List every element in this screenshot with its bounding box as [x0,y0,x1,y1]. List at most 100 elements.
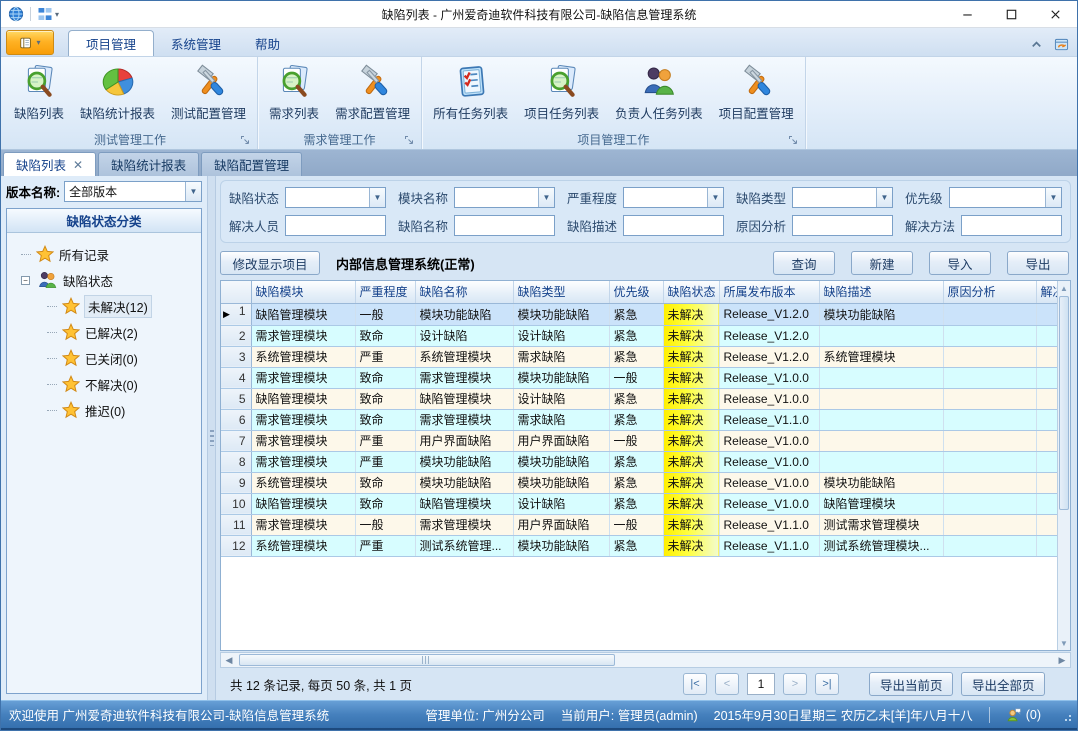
resize-grip[interactable] [1061,711,1071,721]
table-row[interactable]: 2需求管理模块致命设计缺陷设计缺陷紧急未解决Release_V1.2.0 [221,325,1057,346]
ribbon-button-defect-list[interactable]: 缺陷列表 [7,61,71,124]
close-button[interactable] [1033,1,1077,27]
prev-page-button[interactable]: < [715,673,739,695]
scroll-up-icon[interactable]: ▲ [1058,281,1070,295]
dialog-launcher-icon[interactable] [240,135,251,146]
import-button[interactable]: 导入 [929,251,991,275]
tree-item-wont-fix[interactable]: 不解决(0) [7,371,201,397]
filter-combo-priority[interactable]: ▼ [949,187,1062,208]
maximize-button[interactable] [989,1,1033,27]
row-selector[interactable]: 9 [221,472,251,493]
close-tab-icon[interactable]: ✕ [73,158,83,172]
row-selector[interactable]: 2 [221,325,251,346]
filter-input-defect-description[interactable] [623,215,724,236]
row-selector[interactable]: 6 [221,409,251,430]
table-row[interactable]: ▶1缺陷管理模块一般模块功能缺陷模块功能缺陷紧急未解决Release_V1.2.… [221,303,1057,325]
ribbon-button-defect-stats-report[interactable]: 缺陷统计报表 [73,61,162,124]
layout-icon[interactable]: ▾ [37,6,59,22]
tree-item-unresolved[interactable]: 未解决(12) [7,293,201,319]
chevron-down-icon[interactable]: ▼ [1045,188,1061,207]
vertical-scroll-thumb[interactable] [1059,296,1069,510]
ribbon-button-requirement-config-management[interactable]: 需求配置管理 [328,61,417,124]
ribbon-tab-system-management[interactable]: 系统管理 [154,30,238,56]
ribbon-button-owner-task-list[interactable]: 负责人任务列表 [608,61,710,124]
row-selector[interactable]: 11 [221,514,251,535]
globe-icon[interactable] [8,6,24,22]
column-header[interactable]: 原因分析 [943,281,1036,303]
sidebar-splitter[interactable] [208,176,216,700]
scroll-down-icon[interactable]: ▼ [1058,636,1070,650]
ribbon-button-test-config-management[interactable]: 测试配置管理 [164,61,253,124]
first-page-button[interactable]: |< [683,673,707,695]
export-current-page-button[interactable]: 导出当前页 [869,672,953,696]
dialog-launcher-icon[interactable] [788,135,799,146]
table-row[interactable]: 10缺陷管理模块致命缺陷管理模块设计缺陷紧急未解决Release_V1.0.0缺… [221,493,1057,514]
column-header[interactable]: 所属发布版本 [719,281,819,303]
chevron-down-icon[interactable]: ▼ [185,182,201,201]
filter-input-solution[interactable] [961,215,1062,236]
dialog-launcher-icon[interactable] [404,135,415,146]
collapse-ribbon-icon[interactable] [1029,37,1044,52]
filter-combo-severity[interactable]: ▼ [623,187,724,208]
minimize-button[interactable] [945,1,989,27]
filter-combo-defect-type[interactable]: ▼ [792,187,893,208]
scroll-right-icon[interactable]: ▶ [1054,653,1070,667]
ribbon-button-project-task-list[interactable]: 项目任务列表 [517,61,606,124]
column-header[interactable]: 解决方法 [1036,281,1057,303]
row-selector[interactable]: 3 [221,346,251,367]
filter-input-resolver[interactable] [285,215,386,236]
column-header[interactable]: 严重程度 [355,281,415,303]
filter-combo-defect-status[interactable]: ▼ [285,187,386,208]
scroll-left-icon[interactable]: ◀ [221,653,237,667]
tree-item-postponed[interactable]: 推迟(0) [7,397,201,423]
column-header[interactable]: 缺陷名称 [415,281,513,303]
query-button[interactable]: 查询 [773,251,835,275]
row-selector[interactable]: 5 [221,388,251,409]
column-header[interactable]: 缺陷模块 [251,281,355,303]
table-row[interactable]: 5缺陷管理模块致命缺陷管理模块设计缺陷紧急未解决Release_V1.0.0 [221,388,1057,409]
horizontal-scroll-thumb[interactable] [239,654,615,666]
table-row[interactable]: 3系统管理模块严重系统管理模块需求缺陷紧急未解决Release_V1.2.0系统… [221,346,1057,367]
ribbon-tab-project-management[interactable]: 项目管理 [68,30,154,56]
row-selector[interactable]: 4 [221,367,251,388]
ribbon-tab-help[interactable]: 帮助 [238,30,297,56]
doc-tab-defect-config-management[interactable]: 缺陷配置管理 [201,152,302,176]
export-button[interactable]: 导出 [1007,251,1069,275]
column-header[interactable]: 优先级 [609,281,663,303]
next-page-button[interactable]: > [783,673,807,695]
chevron-down-icon[interactable]: ▼ [876,188,892,207]
row-selector[interactable]: ▶1 [221,303,251,325]
chevron-down-icon[interactable]: ▼ [707,188,723,207]
version-combo[interactable]: 全部版本 ▼ [64,181,202,202]
column-header[interactable]: 缺陷描述 [819,281,943,303]
new-button[interactable]: 新建 [851,251,913,275]
filter-combo-module-name[interactable]: ▼ [454,187,555,208]
row-selector[interactable]: 10 [221,493,251,514]
chevron-down-icon[interactable]: ▼ [538,188,554,207]
ribbon-button-project-config-management[interactable]: 项目配置管理 [712,61,801,124]
grid-horizontal-scrollbar[interactable]: ◀ ▶ [220,652,1071,668]
modify-display-button[interactable]: 修改显示项目 [220,251,320,275]
row-selector[interactable]: 7 [221,430,251,451]
table-row[interactable]: 12系统管理模块严重测试系统管理...模块功能缺陷紧急未解决Release_V1… [221,535,1057,556]
tree-item-resolved[interactable]: 已解决(2) [7,319,201,345]
page-number-input[interactable] [747,673,775,695]
row-selector[interactable]: 8 [221,451,251,472]
chevron-down-icon[interactable]: ▼ [369,188,385,207]
table-row[interactable]: 6需求管理模块致命需求管理模块需求缺陷紧急未解决Release_V1.1.0 [221,409,1057,430]
row-selector[interactable]: 12 [221,535,251,556]
table-row[interactable]: 11需求管理模块一般需求管理模块用户界面缺陷一般未解决Release_V1.1.… [221,514,1057,535]
row-selector-header[interactable] [221,281,251,303]
export-all-pages-button[interactable]: 导出全部页 [961,672,1045,696]
horizontal-scroll-track[interactable] [237,653,1054,667]
grid-vertical-scrollbar[interactable]: ▲ ▼ [1057,281,1070,650]
ribbon-button-all-task-list[interactable]: 所有任务列表 [426,61,515,124]
tree-item-defect-status[interactable]: −缺陷状态 [7,267,201,293]
doc-tab-defect-stats-report[interactable]: 缺陷统计报表 [98,152,199,176]
last-page-button[interactable]: >| [815,673,839,695]
ribbon-button-requirement-list[interactable]: 需求列表 [262,61,326,124]
column-header[interactable]: 缺陷类型 [513,281,609,303]
doc-tab-defect-list[interactable]: 缺陷列表✕ [3,152,96,176]
collapse-toggle-icon[interactable]: − [21,276,30,285]
table-row[interactable]: 7需求管理模块严重用户界面缺陷用户界面缺陷一般未解决Release_V1.0.0 [221,430,1057,451]
